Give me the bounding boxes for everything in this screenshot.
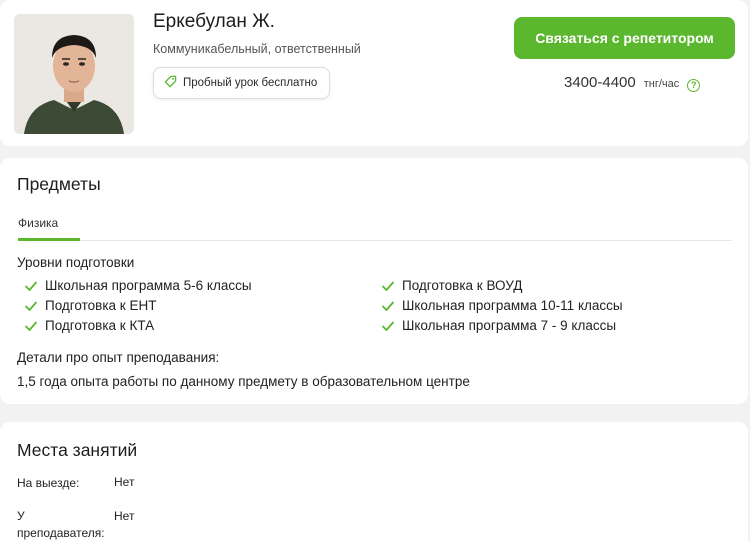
experience-details-label: Детали про опыт преподавания: <box>17 350 220 365</box>
tutor-name: Еркебулан Ж. <box>153 11 275 32</box>
price-value: 3400-4400 <box>564 74 636 91</box>
tutor-description: Коммуникабельный, ответственный <box>153 42 361 56</box>
check-icon <box>382 281 394 291</box>
level-item: Школьная программа 5-6 классы <box>24 278 252 293</box>
trial-lesson-badge: Пробный урок бесплатно <box>153 67 331 99</box>
help-icon[interactable]: ? <box>687 78 701 92</box>
tab-physics[interactable]: Физика <box>18 216 58 230</box>
place-label-travel: На выезде: <box>17 476 80 490</box>
contact-tutor-button[interactable]: Связаться с репетитором <box>514 17 735 59</box>
place-value-at-tutor: Нет <box>114 509 135 523</box>
price-info: 3400-4400 тнг/час ? <box>564 74 701 92</box>
level-item: Подготовка к КТА <box>24 318 154 333</box>
level-label: Подготовка к ЕНТ <box>45 298 157 313</box>
level-label: Подготовка к КТА <box>45 318 155 333</box>
experience-details-text: 1,5 года опыта работы по данному предмет… <box>17 374 470 389</box>
check-icon <box>382 301 394 311</box>
active-tab-indicator <box>18 238 80 241</box>
level-label: Школьная программа 7 - 9 классы <box>402 318 617 333</box>
price-unit: тнг/час <box>643 78 680 90</box>
level-item: Подготовка к ЕНТ <box>24 298 156 313</box>
level-label: Подготовка к ВОУД <box>402 278 523 293</box>
places-title: Места занятий <box>17 440 138 460</box>
check-icon <box>25 301 37 311</box>
level-item: Школьная программа 7 - 9 классы <box>381 318 616 333</box>
tag-icon <box>164 75 177 91</box>
subjects-title: Предметы <box>17 174 101 194</box>
tabs-divider <box>18 240 732 241</box>
tutor-profile-card: Еркебулан Ж. Коммуникабельный, ответстве… <box>0 0 748 146</box>
tutor-photo[interactable] <box>14 14 134 134</box>
level-item: Подготовка к ВОУД <box>381 278 522 293</box>
place-label-at-tutor: У преподавателя: <box>17 509 105 540</box>
level-label: Школьная программа 5-6 классы <box>45 278 252 293</box>
level-label: Школьная программа 10-11 классы <box>402 298 623 313</box>
check-icon <box>25 321 37 331</box>
lesson-places-card: Места занятий На выезде: Нет У преподава… <box>0 422 748 542</box>
check-icon <box>382 321 394 331</box>
check-icon <box>25 281 37 291</box>
place-value-travel: Нет <box>114 475 135 489</box>
level-item: Школьная программа 10-11 классы <box>381 298 623 313</box>
levels-label: Уровни подготовки <box>17 255 135 270</box>
subjects-card: Предметы Физика Уровни подготовки Школьн… <box>0 158 748 404</box>
trial-lesson-label: Пробный урок бесплатно <box>183 77 318 89</box>
